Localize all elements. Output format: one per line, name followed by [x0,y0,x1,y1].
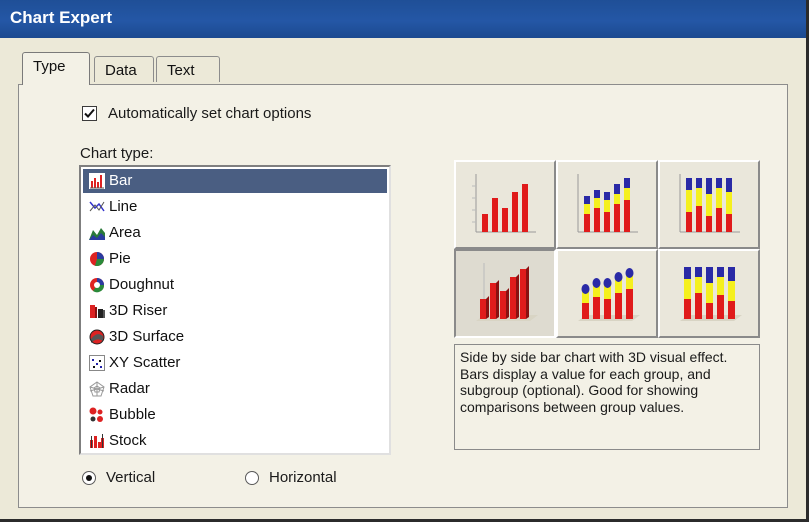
list-item-label: Bubble [109,406,156,423]
list-item-label: Doughnut [109,276,175,293]
percent-bar-icon [679,174,740,233]
line-chart-icon [89,201,105,212]
list-item-stock[interactable]: Stock [83,429,387,453]
3d-riser-icon [90,305,105,318]
list-item-area[interactable]: Area [83,221,387,245]
chart-type-label: Chart type: [80,145,154,162]
side-by-side-bar-icon [472,174,536,233]
subtype-stacked-bar[interactable] [556,160,658,249]
chart-expert-window: Chart Expert Type Data Text Automaticall… [0,0,809,522]
tab-type[interactable]: Type [22,52,90,85]
list-item-label: Line [109,198,138,215]
percent-bar-3d-icon [680,267,742,321]
type-tab-panel: Automatically set chart options Chart ty… [18,84,788,508]
chart-description: Side by side bar chart with 3D visual ef… [454,344,760,450]
radar-chart-icon [89,381,105,397]
subtype-percent-bar-3d[interactable] [658,249,760,338]
xy-scatter-icon [89,355,105,371]
subtype-percent-bar[interactable] [658,160,760,249]
checkmark-icon [84,108,95,118]
chart-subtype-grid [454,160,760,338]
dialog-body: Type Data Text Automatically set chart o… [0,38,806,519]
list-item-3d-riser[interactable]: 3D Riser [83,299,387,323]
list-item-bubble[interactable]: Bubble [83,403,387,427]
subtype-side-by-side-bar-3d[interactable] [454,249,556,338]
list-item-label: Bar [109,172,133,189]
vertical-label: Vertical [106,469,156,486]
list-item-radar[interactable]: Radar [83,377,387,401]
tab-text[interactable]: Text [156,56,220,82]
side-by-side-bar-3d-icon [476,263,538,321]
3d-surface-icon [89,329,105,345]
vertical-radio[interactable] [82,471,96,485]
bubble-chart-icon [89,407,103,422]
list-item-label: Stock [109,432,147,449]
pie-chart-icon [90,252,104,266]
list-item-label: Area [109,224,141,241]
title-bar: Chart Expert [0,0,806,38]
doughnut-chart-icon [90,278,105,293]
list-item-bar[interactable]: Bar [83,169,387,193]
list-item-label: XY Scatter [109,354,181,371]
auto-options-checkbox[interactable] [82,106,97,121]
bar-chart-icon [89,173,105,189]
list-item-3d-surface[interactable]: 3D Surface [83,325,387,349]
list-item-label: Radar [109,380,150,397]
radio-dot [86,475,92,481]
list-item-label: Pie [109,250,131,267]
area-chart-icon [89,228,105,240]
subtype-stacked-bar-3d[interactable] [556,249,658,338]
tab-data[interactable]: Data [94,56,154,82]
list-item-label: 3D Surface [109,328,185,345]
horizontal-radio[interactable] [245,471,259,485]
chart-type-list[interactable]: Bar Line Area Pie Doughnut 3D Riser 3D S… [79,165,391,455]
stock-chart-icon [90,434,104,448]
window-title: Chart Expert [10,8,113,27]
stacked-bar-icon [577,174,638,233]
list-item-line[interactable]: Line [83,195,387,219]
list-item-label: 3D Riser [109,302,168,319]
horizontal-label: Horizontal [269,469,337,486]
subtype-side-by-side-bar[interactable] [454,160,556,249]
list-item-pie[interactable]: Pie [83,247,387,271]
stacked-bar-3d-icon [578,268,640,321]
list-item-doughnut[interactable]: Doughnut [83,273,387,297]
auto-options-label: Automatically set chart options [108,105,312,122]
list-item-xy-scatter[interactable]: XY Scatter [83,351,387,375]
